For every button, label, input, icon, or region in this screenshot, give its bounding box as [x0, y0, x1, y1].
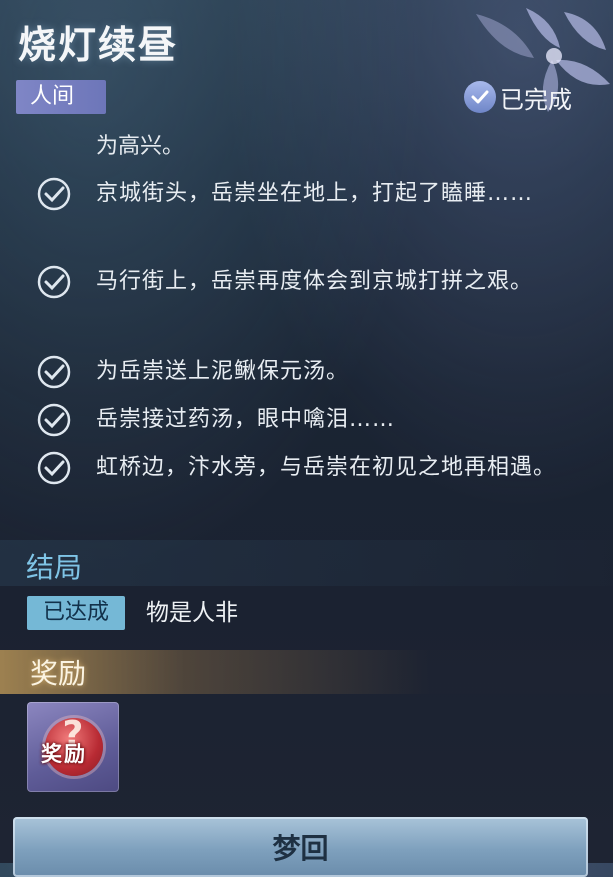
dream-return-button[interactable]: 梦回: [13, 817, 588, 877]
task-text: 为岳崇送上泥鳅保元汤。: [96, 359, 350, 384]
reward-section-bar: [0, 650, 613, 694]
reward-item[interactable]: ? 奖励: [27, 702, 119, 792]
task-continued-text: 为高兴。: [96, 134, 185, 159]
quest-title: 烧灯续昼: [18, 23, 179, 67]
check-circle-icon: [37, 403, 71, 437]
ending-section-bar: [0, 540, 613, 586]
task-text: 虹桥边，汴水旁，与岳崇在初见之地再相遇。: [96, 455, 557, 480]
check-circle-icon: [464, 81, 496, 113]
status-completed-badge: 已完成: [464, 79, 572, 115]
ending-heading: 结局: [26, 551, 83, 584]
check-circle-icon: [37, 177, 71, 211]
ending-achieved-tag: 已达成: [27, 596, 125, 630]
return-button-label: 梦回: [272, 832, 329, 865]
task-item: 为岳崇送上泥鳅保元汤。: [36, 354, 596, 394]
task-item: 马行街上，岳崇再度体会到京城打拼之艰。: [36, 264, 596, 304]
realm-tag: 人间: [16, 80, 106, 114]
reward-item-label: 奖励: [41, 742, 87, 766]
check-circle-icon: [37, 355, 71, 389]
task-item: 岳崇接过药汤，眼中噙泪……: [36, 402, 596, 442]
task-text: 岳崇接过药汤，眼中噙泪……: [96, 407, 396, 432]
check-circle-icon: [37, 265, 71, 299]
task-text: 马行街上，岳崇再度体会到京城打拼之艰。: [96, 269, 534, 294]
status-label: 已完成: [500, 85, 572, 114]
reward-heading: 奖励: [30, 657, 87, 690]
task-text: 京城街头，岳崇坐在地上，打起了瞌睡……: [96, 181, 534, 206]
ending-name: 物是人非: [146, 600, 238, 626]
task-item: 京城街头，岳崇坐在地上，打起了瞌睡……: [36, 176, 596, 216]
check-circle-icon: [37, 451, 71, 485]
task-item: 虹桥边，汴水旁，与岳崇在初见之地再相遇。: [36, 450, 596, 490]
